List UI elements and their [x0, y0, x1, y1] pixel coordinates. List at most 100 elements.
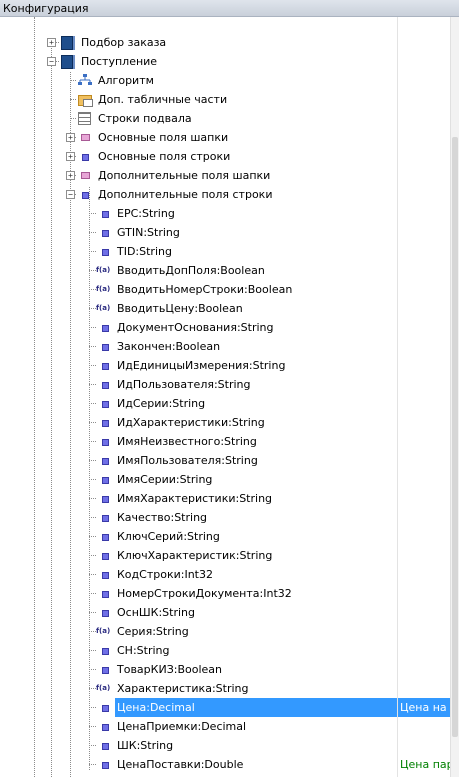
configuration-tree[interactable]: + Подбор заказа − Поступление Алгоритм Доп. т…: [0, 17, 450, 777]
tree-item[interactable]: НомерСтрокиДокумента:Int32: [0, 584, 450, 603]
tree-item[interactable]: f(a) Серия:String: [0, 622, 450, 641]
tree-item-label: Серия:String: [117, 625, 189, 638]
tree-item-label: GTIN:String: [117, 226, 180, 239]
tree-item-label: ЦенаПриемки:Decimal: [117, 720, 247, 733]
tree-item[interactable]: ОснШК:String: [0, 603, 450, 622]
expand-icon[interactable]: +: [66, 171, 75, 180]
collapse-icon[interactable]: −: [47, 57, 56, 66]
property-icon: [102, 401, 109, 408]
tree-connector: [89, 650, 96, 651]
tree-item-label: Поступление: [81, 55, 158, 68]
tree-item-label: ИмяСерии:String: [117, 473, 213, 486]
property-icon: [82, 154, 89, 161]
tree-item-label: ШК:String: [117, 739, 174, 752]
tree-item[interactable]: Закончен:Boolean: [0, 337, 450, 356]
tree-item[interactable]: ИдПользователя:String: [0, 375, 450, 394]
tree-item-label: ВводитьНомерСтроки:Boolean: [117, 283, 293, 296]
tree-item[interactable]: ИдХарактеристики:String: [0, 413, 450, 432]
tree-item[interactable]: КодСтроки:Int32: [0, 565, 450, 584]
tree-connector: [89, 403, 96, 404]
tree-item-label: ИмяНеизвестного:String: [117, 435, 257, 448]
table-icon: [78, 112, 91, 125]
tree-item[interactable]: ДокументОснования:String: [0, 318, 450, 337]
tree-item[interactable]: + Подбор заказа: [0, 33, 450, 52]
tree-item-description: Цена на с: [400, 701, 450, 714]
function-icon: f(a): [96, 285, 111, 293]
tree-connector: [89, 384, 96, 385]
tree-item[interactable]: ТоварКИЗ:Boolean: [0, 660, 450, 679]
algorithm-icon: [78, 74, 92, 86]
folder-table-icon: [78, 95, 93, 107]
tree-item[interactable]: + Основные поля шапки: [0, 128, 450, 147]
tree-connector: [89, 365, 96, 366]
tree-item-label: ИдЕдиницыИзмерения:String: [117, 359, 286, 372]
tree-item-label: Основные поля шапки: [98, 131, 229, 144]
tree-item-label: СН:String: [117, 644, 170, 657]
tree-item[interactable]: ИдЕдиницыИзмерения:String: [0, 356, 450, 375]
property-icon: [102, 458, 109, 465]
tree-item-label: КлючСерий:String: [117, 530, 220, 543]
tree-item[interactable]: Алгоритм: [0, 71, 450, 90]
tree-item[interactable]: Строки подвала: [0, 109, 450, 128]
tree-item[interactable]: GTIN:String: [0, 223, 450, 242]
tree-connector: [89, 593, 96, 594]
tree-item[interactable]: ИмяНеизвестного:String: [0, 432, 450, 451]
tree-item[interactable]: Качество:String: [0, 508, 450, 527]
expand-icon[interactable]: +: [66, 152, 75, 161]
tree-item[interactable]: СН:String: [0, 641, 450, 660]
tree-connector: [89, 574, 96, 575]
tree-item[interactable]: + Основные поля строки: [0, 147, 450, 166]
tree-connector: [89, 745, 96, 746]
tree-item[interactable]: ИмяХарактеристики:String: [0, 489, 450, 508]
tree-item-label: НомерСтрокиДокумента:Int32: [117, 587, 292, 600]
function-icon: f(a): [96, 627, 111, 635]
property-icon: [102, 439, 109, 446]
tree-item[interactable]: ЦенаПоставки:Double Цена пар: [0, 755, 450, 774]
tree-connector: [70, 80, 76, 81]
function-icon: f(a): [96, 266, 111, 274]
pink-field-icon: [81, 134, 90, 141]
tree-item[interactable]: ИмяПользователя:String: [0, 451, 450, 470]
vertical-scrollbar[interactable]: [450, 17, 459, 777]
expand-icon[interactable]: +: [47, 38, 56, 47]
tree-item[interactable]: КлючСерий:String: [0, 527, 450, 546]
tree-item[interactable]: ИмяСерии:String: [0, 470, 450, 489]
tree-item[interactable]: + Дополнительные поля шапки: [0, 166, 450, 185]
tree-connector: [89, 707, 96, 708]
tree-item-label: TID:String: [117, 245, 172, 258]
tree-item-label: Строки подвала: [98, 112, 192, 125]
tree-item[interactable]: ЦенаПриемки:Decimal: [0, 717, 450, 736]
property-icon: [102, 477, 109, 484]
expand-icon[interactable]: +: [66, 133, 75, 142]
tree-connector: [70, 99, 76, 100]
tree-item[interactable]: TID:String: [0, 242, 450, 261]
tree-connector: [89, 346, 96, 347]
tree-item[interactable]: f(a) Характеристика:String: [0, 679, 450, 698]
tree-item-label: Закончен:Boolean: [117, 340, 221, 353]
panel-title: Конфигурация: [0, 0, 459, 17]
tree-item[interactable]: Цена:Decimal Цена на с: [0, 698, 450, 717]
tree-item[interactable]: − Поступление: [0, 52, 450, 71]
tree-connector: [89, 764, 96, 765]
tree-item[interactable]: ИдСерии:String: [0, 394, 450, 413]
tree-item-label: ВводитьЦену:Boolean: [117, 302, 243, 315]
tree-item[interactable]: f(a) ВводитьНомерСтроки:Boolean: [0, 280, 450, 299]
tree-connector: [89, 498, 96, 499]
tree-item[interactable]: f(a) ВводитьЦену:Boolean: [0, 299, 450, 318]
tree-item[interactable]: − Дополнительные поля строки: [0, 185, 450, 204]
tree-item-label: Цена:Decimal: [117, 701, 195, 714]
tree-item[interactable]: EPC:String: [0, 204, 450, 223]
property-icon: [102, 382, 109, 389]
tree-item[interactable]: Доп. табличные части: [0, 90, 450, 109]
tree-connector: [89, 441, 96, 442]
tree-item-label: ОснШК:String: [117, 606, 196, 619]
tree-item-label: ТоварКИЗ:Boolean: [117, 663, 222, 676]
tree-connector: [89, 479, 96, 480]
scrollbar-thumb[interactable]: [452, 137, 458, 737]
tree-item[interactable]: f(a) ВводитьДопПоля:Boolean: [0, 261, 450, 280]
collapse-icon[interactable]: −: [66, 190, 75, 199]
property-icon: [102, 553, 109, 560]
tree-item[interactable]: КлючХарактеристик:String: [0, 546, 450, 565]
function-icon: f(a): [96, 304, 111, 312]
tree-item[interactable]: ШК:String: [0, 736, 450, 755]
